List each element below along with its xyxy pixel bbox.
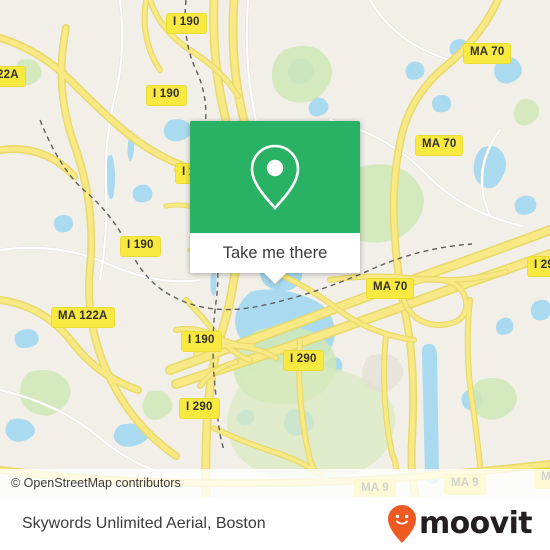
callout-action-label: Take me there [222, 243, 328, 262]
road-shield-i290-mid: I 290 [283, 350, 324, 371]
road-shield-i190-mid: I 190 [120, 236, 161, 257]
map-callout-card[interactable]: Take me there [190, 121, 360, 284]
road-shield-ma70-topright: MA 70 [463, 43, 512, 64]
place-title: Skywords Unlimited Aerial, Boston [22, 514, 266, 532]
road-shield-ma70-lower: MA 70 [366, 278, 415, 299]
callout-pointer [264, 273, 286, 284]
road-shield-i190-lower: I 190 [181, 331, 222, 352]
road-shield-i190-upper: I 190 [146, 85, 187, 106]
road-shield-ma122a: MA 122A [51, 307, 115, 328]
page-footer: Skywords Unlimited Aerial, Boston moovit [0, 497, 550, 550]
moovit-logo[interactable]: moovit [387, 504, 533, 544]
moovit-smiley-pin-icon [387, 504, 416, 543]
map-screenshot: .w { fill:#aadaf0; } .pk { fill:#cfe7b5;… [0, 0, 550, 550]
attribution-text: © OpenStreetMap contributors [11, 476, 181, 490]
road-shield-i190-top: I 190 [166, 13, 207, 34]
callout-header [190, 121, 360, 233]
road-shield-ma70-right: MA 70 [415, 135, 464, 156]
road-shield-ma122a-edge: 22A [0, 66, 26, 87]
road-shield-i290-lower: I 290 [179, 398, 220, 419]
callout-action[interactable]: Take me there [190, 233, 360, 273]
moovit-wordmark: moovit [418, 505, 533, 541]
road-shield-i290-rightedge: I 29 [527, 256, 550, 277]
map-pin-icon [250, 144, 300, 211]
map-attribution: © OpenStreetMap contributors [0, 469, 550, 497]
